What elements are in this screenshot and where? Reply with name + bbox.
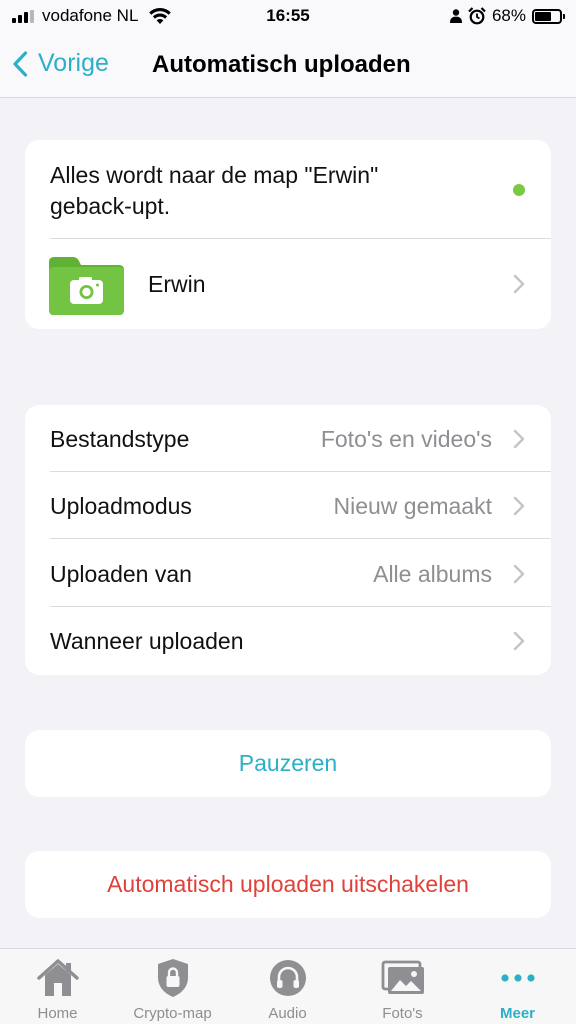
setting-value: Alle albums — [373, 561, 492, 587]
page-title: Automatisch uploaden — [152, 51, 411, 78]
upload-settings-card: Bestandstype Foto's en video's Uploadmod… — [25, 405, 551, 675]
tab-label: Audio — [268, 1005, 307, 1022]
chevron-right-icon — [513, 429, 525, 449]
status-bar: vodafone NL 16:55 68% — [0, 0, 576, 32]
headphones-icon — [269, 960, 306, 996]
photos-icon — [381, 960, 424, 994]
setting-label: Uploaden van — [50, 561, 192, 587]
tab-label: Crypto-map — [133, 1005, 212, 1022]
person-icon — [449, 9, 462, 23]
tab-label: Foto's — [382, 1005, 423, 1022]
folder-name: Erwin — [148, 271, 206, 297]
pause-button[interactable]: Pauzeren — [25, 730, 551, 797]
setting-label: Bestandstype — [50, 426, 190, 452]
tab-bar: Home Crypto-map Audio Foto's Meer — [0, 948, 576, 1024]
status-indicator-dot — [513, 184, 525, 196]
back-button[interactable]: Vorige — [12, 49, 109, 78]
setting-row-when-upload[interactable]: Wanneer uploaden — [25, 607, 551, 674]
backup-folder-row[interactable]: Erwin — [25, 239, 551, 329]
tab-label: Home — [37, 1005, 78, 1022]
battery-percentage: 68% — [491, 6, 526, 25]
backup-info-card: Alles wordt naar de map "Erwin" geback-u… — [25, 140, 551, 329]
chevron-right-icon — [513, 631, 525, 651]
tab-label: Meer — [499, 1005, 536, 1022]
camera-folder-icon — [49, 257, 124, 315]
divider — [50, 538, 551, 539]
navigation-bar: Vorige Automatisch uploaden — [0, 32, 576, 98]
tab-crypto-map[interactable]: Crypto-map — [115, 949, 230, 1024]
more-dots-icon — [500, 974, 535, 982]
chevron-left-icon — [13, 50, 28, 77]
tab-audio[interactable]: Audio — [230, 949, 345, 1024]
setting-row-upload-mode[interactable]: Uploadmodus Nieuw gemaakt — [25, 472, 551, 539]
setting-row-upload-from[interactable]: Uploaden van Alle albums — [25, 540, 551, 607]
tab-home[interactable]: Home — [0, 949, 115, 1024]
tab-photos[interactable]: Foto's — [345, 949, 460, 1024]
lock-shield-icon — [157, 959, 188, 997]
home-icon — [36, 959, 79, 996]
setting-label: Uploadmodus — [50, 493, 192, 519]
chevron-right-icon — [513, 564, 525, 584]
chevron-right-icon — [513, 274, 525, 294]
status-right: 68% — [449, 6, 565, 26]
pause-label: Pauzeren — [238, 750, 338, 776]
battery-icon — [532, 8, 565, 24]
disable-label: Automatisch uploaden uitschakelen — [107, 871, 469, 897]
tab-more[interactable]: Meer — [460, 949, 575, 1024]
setting-label: Wanneer uploaden — [50, 628, 244, 654]
setting-row-file-type[interactable]: Bestandstype Foto's en video's — [25, 405, 551, 472]
backup-status-message: Alles wordt naar de map "Erwin" geback-u… — [50, 162, 379, 219]
back-label: Vorige — [38, 49, 109, 77]
setting-value: Nieuw gemaakt — [333, 493, 492, 519]
battery-level — [535, 11, 552, 21]
alarm-icon — [468, 7, 486, 25]
chevron-right-icon — [513, 496, 525, 516]
disable-auto-upload-button[interactable]: Automatisch uploaden uitschakelen — [25, 851, 551, 918]
setting-value: Foto's en video's — [320, 426, 492, 452]
